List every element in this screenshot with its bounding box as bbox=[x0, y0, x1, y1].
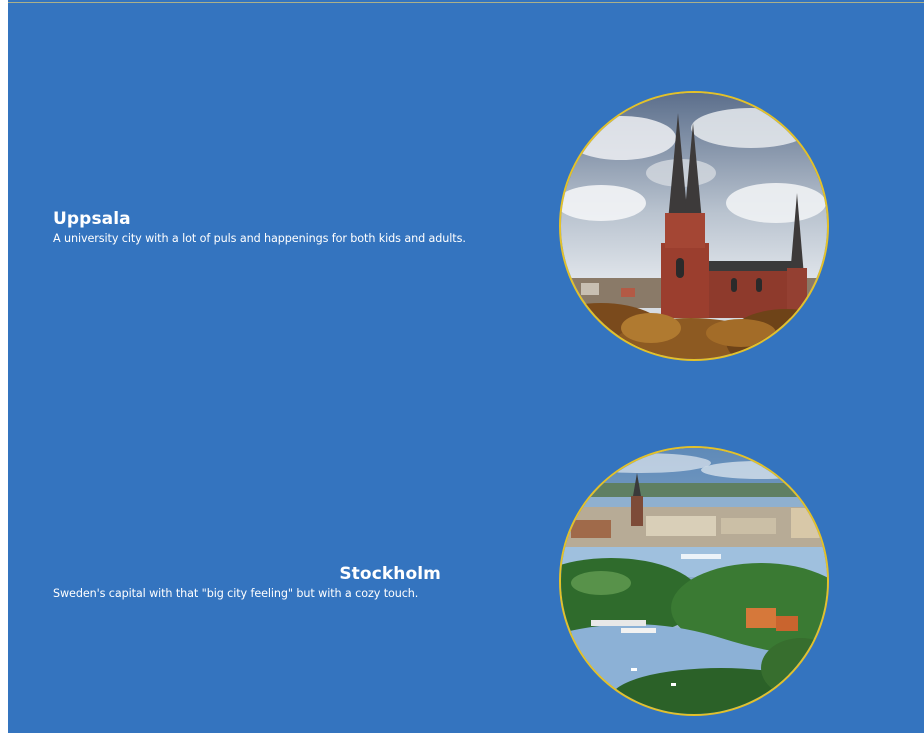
city-card-uppsala: Uppsala A university city with a lot of … bbox=[53, 208, 513, 247]
top-divider bbox=[8, 2, 924, 3]
city-card-stockholm: Stockholm Sweden's capital with that "bi… bbox=[53, 563, 441, 602]
city-title: Stockholm bbox=[339, 564, 441, 584]
uppsala-cathedral-image bbox=[559, 91, 829, 361]
city-list-section: Uppsala A university city with a lot of … bbox=[8, 0, 924, 733]
city-title: Uppsala bbox=[53, 209, 131, 229]
stockholm-city-image bbox=[559, 446, 829, 716]
city-description: A university city with a lot of puls and… bbox=[53, 232, 466, 245]
city-description: Sweden's capital with that "big city fee… bbox=[53, 587, 419, 600]
